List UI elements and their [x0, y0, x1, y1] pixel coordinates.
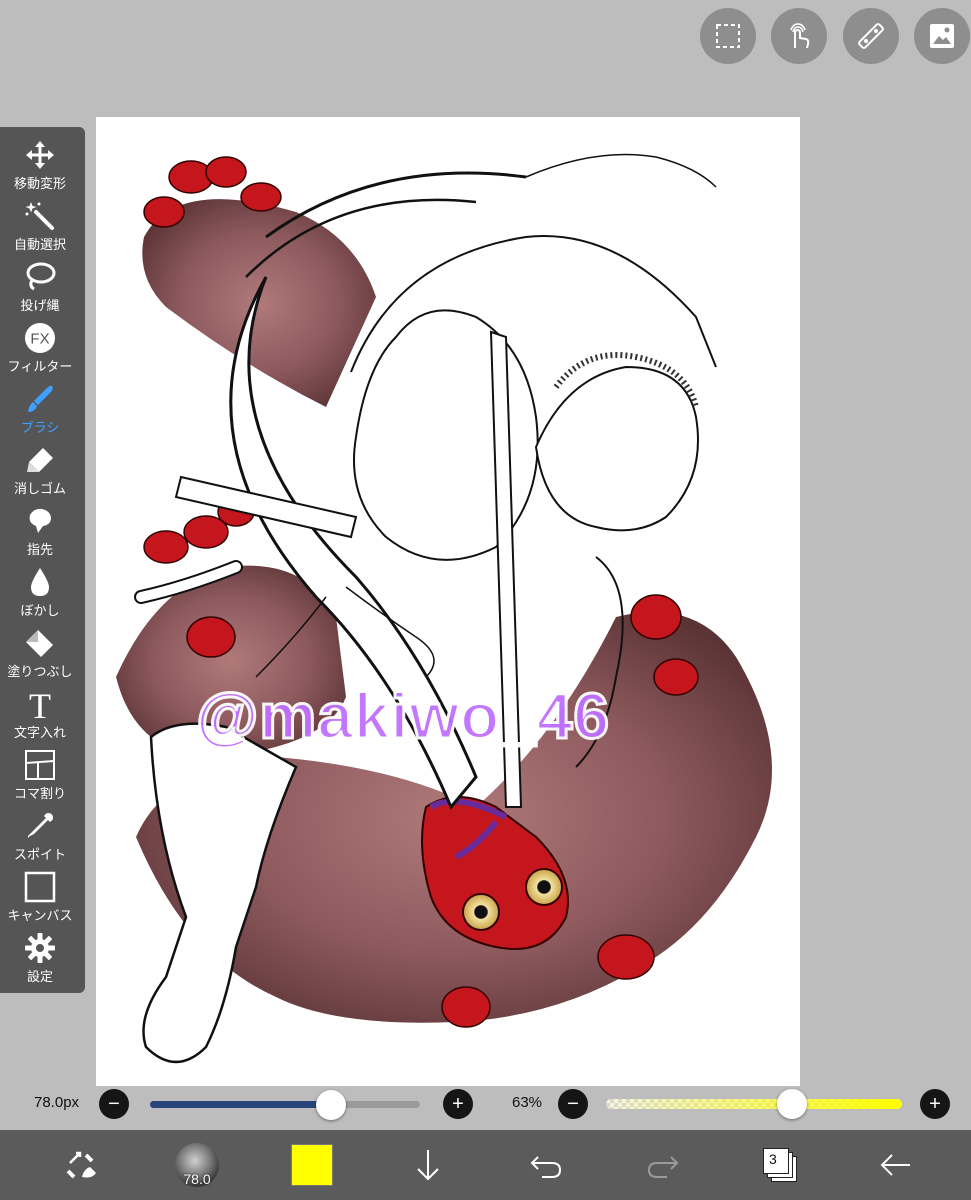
redo-button[interactable] [643, 1140, 683, 1190]
gesture-icon [790, 23, 810, 49]
lasso-icon [26, 262, 56, 291]
opacity-slider[interactable] [606, 1089, 902, 1119]
arrow-left-icon [880, 1154, 910, 1176]
tool-blur[interactable]: ぼかし [0, 564, 80, 625]
tool-fill[interactable]: 塗りつぶし [0, 625, 80, 686]
ruler-icon [858, 23, 884, 49]
move-transform-icon [26, 141, 54, 169]
tool-label: 塗りつぶし [7, 664, 73, 679]
panel-split-icon [25, 750, 55, 780]
tool-label: 投げ縄 [20, 298, 60, 313]
selection-icon [716, 24, 740, 48]
svg-text:T: T [29, 688, 51, 720]
fx-icon: FX [25, 323, 55, 353]
material-button[interactable] [914, 8, 970, 64]
magic-wand-icon [25, 202, 54, 230]
arrow-down-icon [417, 1150, 439, 1181]
watermark-text: @makiwo_46 [195, 679, 611, 754]
brush-preview-value: 78.0 [183, 1171, 211, 1187]
tool-eraser[interactable]: 消しゴム [0, 442, 80, 503]
image-icon [930, 24, 954, 48]
brush-icon [28, 385, 53, 412]
fill-bucket-icon [26, 630, 53, 657]
brush-preview: 78.0 [175, 1143, 219, 1187]
tool-label: 消しゴム [13, 481, 66, 496]
opacity-decrease-button[interactable]: − [558, 1089, 588, 1119]
tool-settings[interactable]: 設定 [0, 930, 80, 991]
drawing-canvas[interactable]: @makiwo_46 [96, 117, 800, 1086]
tool-filter[interactable]: FX フィルター [0, 320, 80, 381]
tool-panel: 移動変形 自動選択 投げ縄 FX フィルター ブラシ 消しゴム 指先 ぼかし 塗… [0, 127, 85, 993]
tool-brush[interactable]: ブラシ [0, 381, 80, 442]
tool-text[interactable]: T 文字入れ [0, 686, 80, 747]
brush-size-slider[interactable] [150, 1090, 420, 1120]
minus-icon: − [108, 1093, 120, 1115]
tool-label: 指先 [26, 542, 53, 557]
canvas-icon [24, 871, 56, 903]
opacity-thumb[interactable] [777, 1089, 808, 1119]
download-button[interactable] [408, 1140, 448, 1190]
eyedropper-icon [28, 813, 53, 838]
tool-label: ぼかし [20, 603, 60, 618]
artwork [116, 153, 772, 1064]
eraser-icon [27, 448, 53, 472]
tool-label: ブラシ [20, 420, 60, 435]
swap-brush-eraser-icon [66, 1151, 96, 1179]
tool-label: コマ割り [13, 786, 66, 801]
brush-slider-row: 78.0px − + 63% − + [0, 1084, 971, 1124]
tool-label: スポイト [13, 847, 66, 862]
gesture-button[interactable] [771, 8, 827, 64]
text-icon: T [29, 688, 51, 720]
tool-label: 文字入れ [13, 725, 66, 740]
plus-icon: + [452, 1093, 464, 1115]
tool-canvas[interactable]: キャンバス [0, 869, 80, 930]
brush-size-increase-button[interactable]: + [443, 1089, 473, 1119]
tool-label: フィルター [7, 359, 73, 374]
tool-auto-select[interactable]: 自動選択 [0, 198, 80, 259]
selection-button[interactable] [700, 8, 756, 64]
tool-label: 設定 [26, 969, 53, 984]
gear-icon [25, 933, 55, 963]
opacity-increase-button[interactable]: + [920, 1089, 950, 1119]
brush-size-fill [150, 1101, 331, 1108]
svg-text:FX: FX [30, 331, 49, 348]
finger-icon [29, 508, 51, 533]
tool-lasso[interactable]: 投げ縄 [0, 259, 80, 320]
current-color-swatch [291, 1144, 333, 1186]
tool-label: キャンバス [7, 908, 73, 923]
tool-move-transform[interactable]: 移動変形 [0, 137, 80, 198]
tool-eyedropper[interactable]: スポイト [0, 808, 80, 869]
minus-icon: − [567, 1093, 579, 1115]
swap-tools-button[interactable] [60, 1140, 104, 1190]
tool-label: 移動変形 [13, 176, 66, 191]
brush-size-decrease-button[interactable]: − [99, 1089, 129, 1119]
ruler-button[interactable] [843, 8, 899, 64]
plus-icon: + [929, 1093, 941, 1115]
undo-button[interactable] [526, 1140, 566, 1190]
color-button[interactable] [290, 1140, 334, 1190]
layers-icon: 3 [763, 1148, 797, 1182]
brush-preview-button[interactable]: 78.0 [174, 1140, 220, 1190]
blur-drop-icon [31, 568, 49, 596]
layers-button[interactable]: 3 [760, 1140, 800, 1190]
opacity-label: 63% [512, 1094, 543, 1111]
layer-count: 3 [769, 1151, 777, 1167]
tool-finger[interactable]: 指先 [0, 503, 80, 564]
brush-size-thumb[interactable] [315, 1090, 346, 1120]
brush-size-label: 78.0px [34, 1094, 80, 1111]
opacity-fill [606, 1099, 902, 1109]
tool-panel-split[interactable]: コマ割り [0, 747, 80, 808]
bottom-toolbar: 78.0 3 [0, 1130, 971, 1200]
back-button[interactable] [876, 1140, 916, 1190]
redo-icon [647, 1156, 679, 1178]
tool-label: 自動選択 [13, 237, 66, 252]
undo-icon [530, 1156, 562, 1178]
